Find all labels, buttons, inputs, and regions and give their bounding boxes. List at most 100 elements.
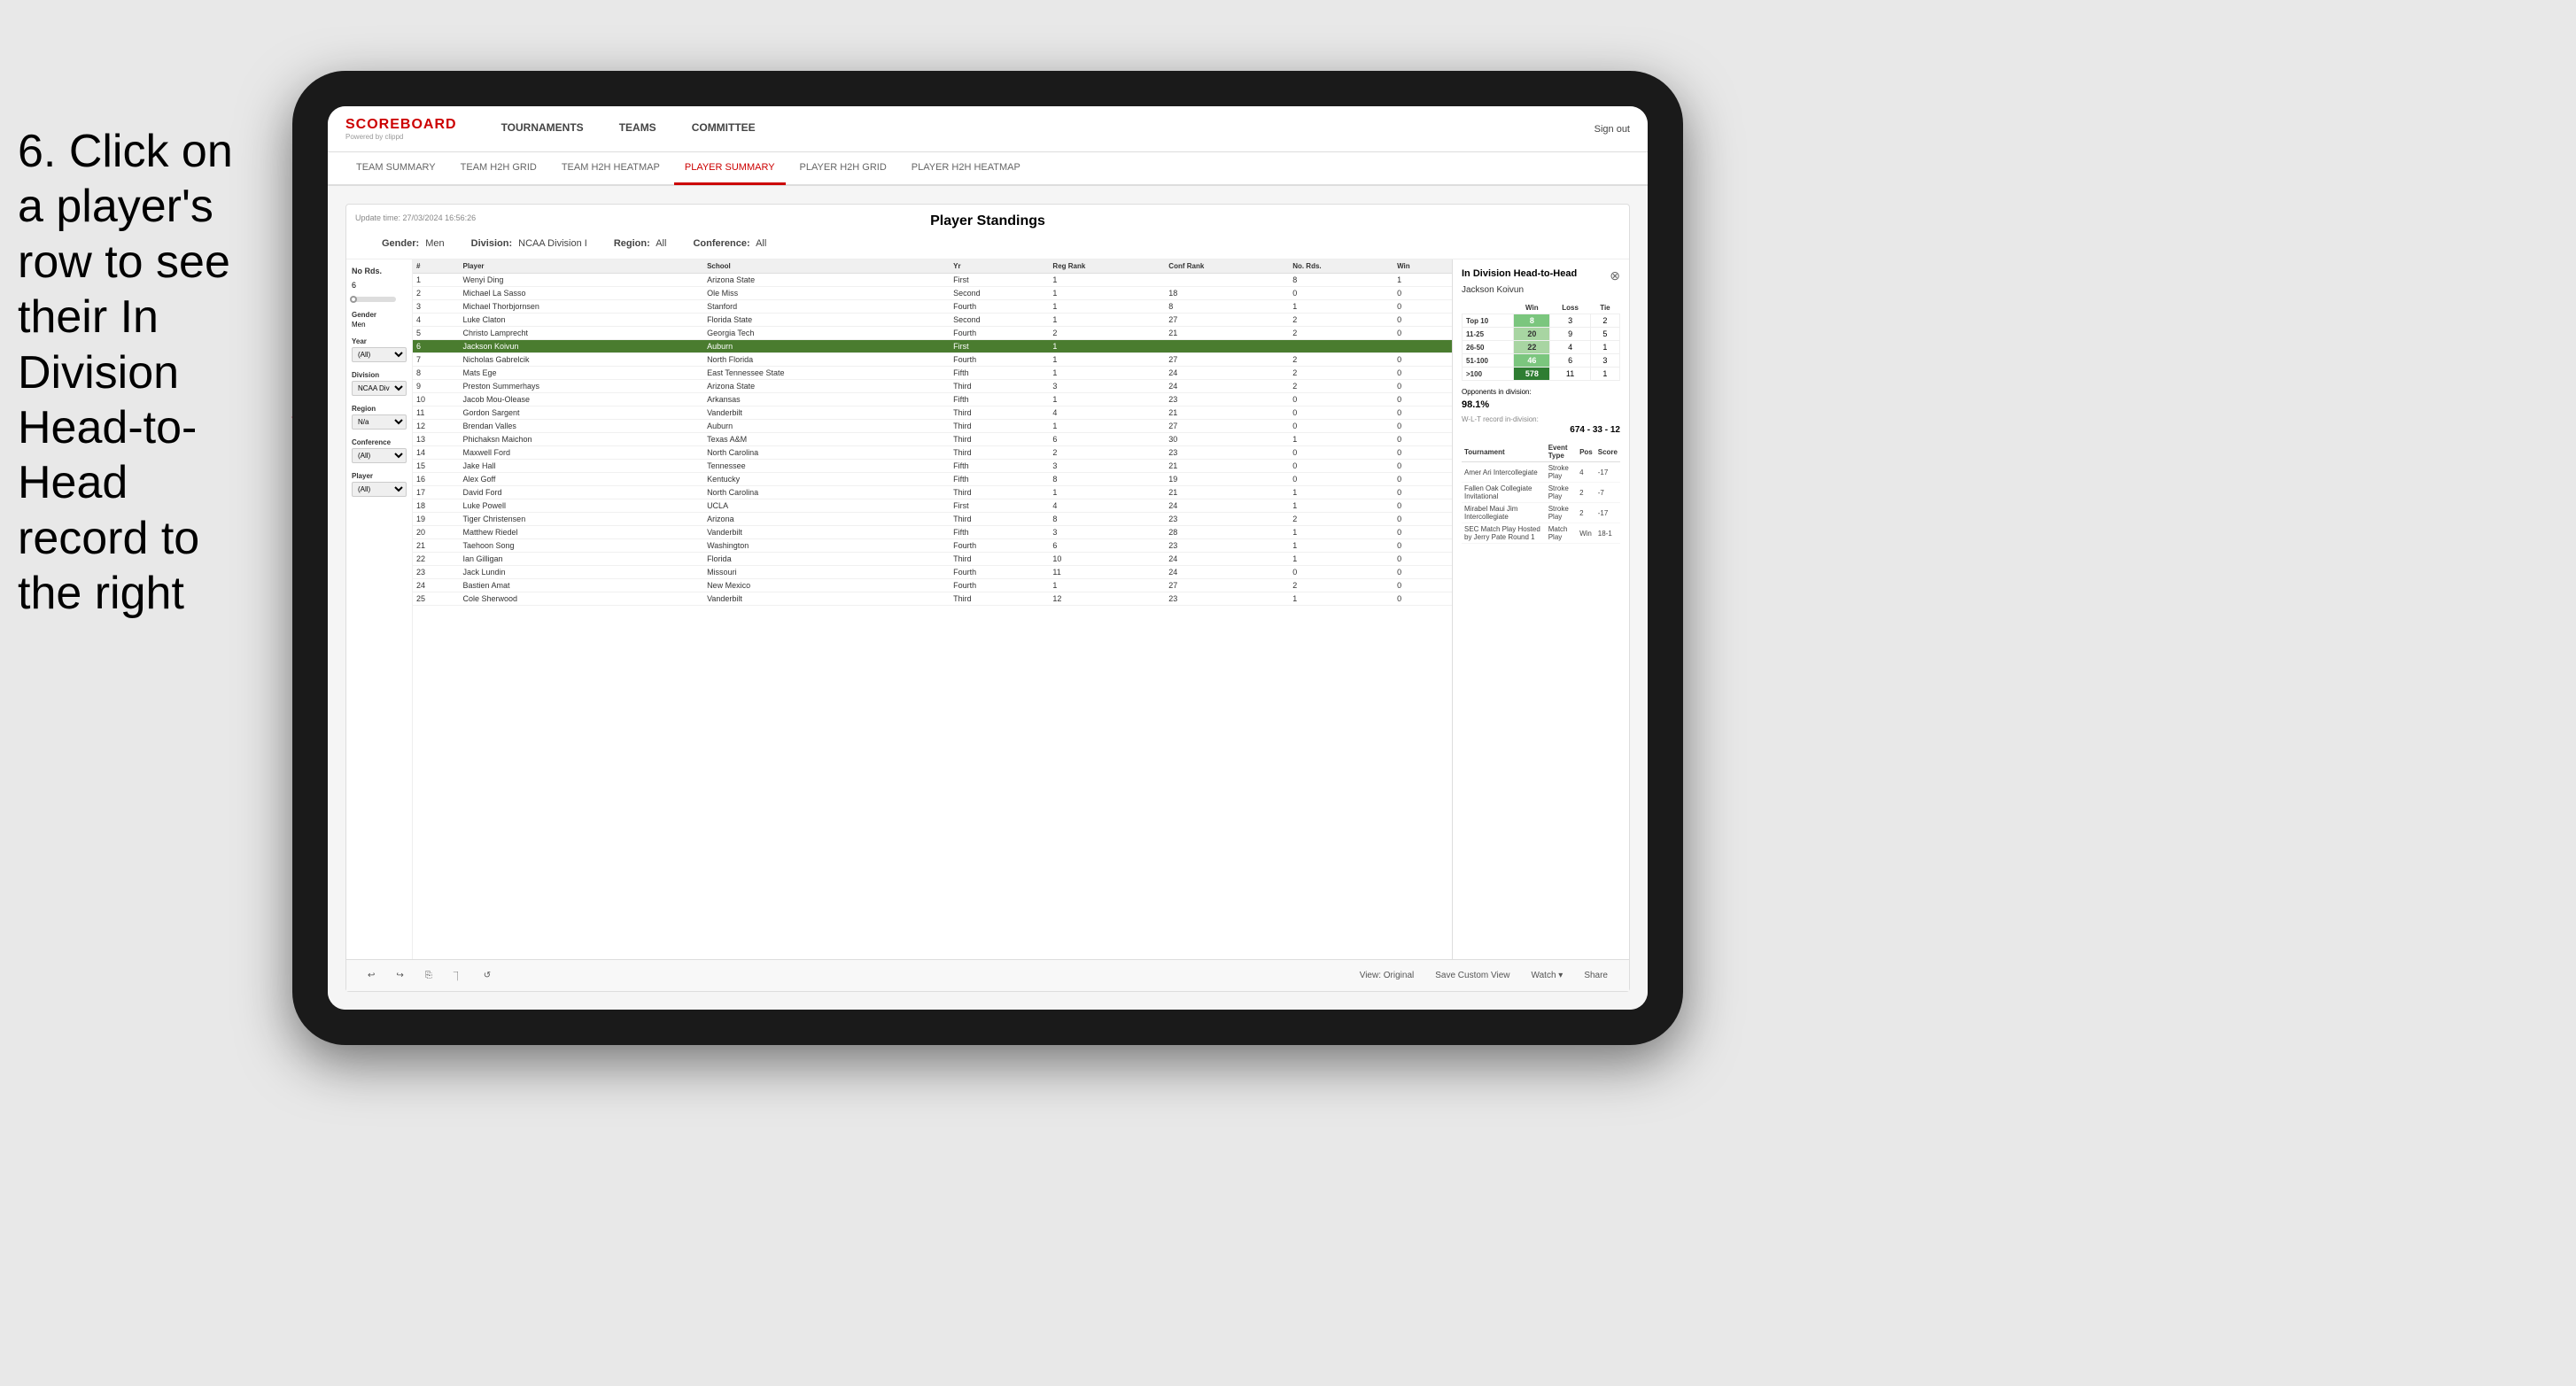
region-filter: Region: All xyxy=(614,238,667,249)
table-row[interactable]: 12 Brendan Valles Auburn Third 1 27 0 0 xyxy=(413,420,1452,433)
subnav-team-h2h-grid[interactable]: TEAM H2H GRID xyxy=(450,151,547,185)
cell-conf: 21 xyxy=(1165,460,1289,473)
refresh-button[interactable]: ↺ xyxy=(477,968,498,983)
h2h-player-name: Jackson Koivun xyxy=(1462,285,1620,295)
subnav-player-h2h-heatmap[interactable]: PLAYER H2H HEATMAP xyxy=(901,151,1031,185)
view-original-button[interactable]: View: Original xyxy=(1353,968,1422,983)
table-row[interactable]: 2 Michael La Sasso Ole Miss Second 1 18 … xyxy=(413,287,1452,300)
sidebar-year-select[interactable]: (All) xyxy=(352,347,407,362)
cell-school: Ole Miss xyxy=(703,287,950,300)
sidebar-division-label: Division xyxy=(352,371,407,379)
cell-reg: 3 xyxy=(1049,526,1165,539)
sidebar-conference-select[interactable]: (All) xyxy=(352,448,407,463)
tournament-name: Fallen Oak Collegiate Invitational xyxy=(1462,483,1546,503)
cell-num: 21 xyxy=(413,539,460,553)
cell-rds: 1 xyxy=(1289,592,1393,606)
table-row[interactable]: 23 Jack Lundin Missouri Fourth 11 24 0 0 xyxy=(413,566,1452,579)
cell-reg: 6 xyxy=(1049,433,1165,446)
cell-rds: 2 xyxy=(1289,367,1393,380)
cell-reg: 3 xyxy=(1049,380,1165,393)
cell-rds: 2 xyxy=(1289,380,1393,393)
h2h-close-button[interactable]: ⊗ xyxy=(1610,268,1620,283)
table-row[interactable]: 15 Jake Hall Tennessee Fifth 3 21 0 0 xyxy=(413,460,1452,473)
nav-teams[interactable]: TEAMS xyxy=(601,106,674,152)
cell-num: 6 xyxy=(413,340,460,353)
nav-committee[interactable]: COMMITTEE xyxy=(674,106,773,152)
table-row[interactable]: 9 Preston Summerhays Arizona State Third… xyxy=(413,380,1452,393)
col-player: Player xyxy=(460,259,704,274)
sidebar-player-select[interactable]: (All) xyxy=(352,482,407,497)
cell-num: 5 xyxy=(413,327,460,340)
cell-conf: 24 xyxy=(1165,367,1289,380)
tournament-type: Stroke Play xyxy=(1546,462,1577,483)
share-button[interactable]: Share xyxy=(1577,968,1615,983)
subnav-team-h2h-heatmap[interactable]: TEAM H2H HEATMAP xyxy=(551,151,671,185)
redo-button[interactable]: ↪ xyxy=(389,968,410,983)
bottom-toolbar: ↩ ↪ ⎘ ⏋ ↺ View: Original Save Custom Vie… xyxy=(346,959,1629,991)
dashboard-header: Update time: 27/03/2024 16:56:26 Player … xyxy=(346,205,1629,259)
paste-button[interactable]: ⏋ xyxy=(446,966,469,985)
cell-conf xyxy=(1165,274,1289,287)
cell-rds: 0 xyxy=(1289,407,1393,420)
table-row[interactable]: 20 Matthew Riedel Vanderbilt Fifth 3 28 … xyxy=(413,526,1452,539)
cell-reg: 4 xyxy=(1049,499,1165,513)
table-row[interactable]: 11 Gordon Sargent Vanderbilt Third 4 21 … xyxy=(413,407,1452,420)
save-custom-button[interactable]: Save Custom View xyxy=(1428,968,1517,983)
table-row[interactable]: 13 Phichaksn Maichon Texas A&M Third 6 3… xyxy=(413,433,1452,446)
region-filter-group: Region N/a xyxy=(352,405,407,430)
table-row[interactable]: 24 Bastien Amat New Mexico Fourth 1 27 2… xyxy=(413,579,1452,592)
watch-button[interactable]: Watch ▾ xyxy=(1525,968,1571,983)
sign-out-button[interactable]: Sign out xyxy=(1594,124,1630,135)
table-row[interactable]: 14 Maxwell Ford North Carolina Third 2 2… xyxy=(413,446,1452,460)
cell-rds: 1 xyxy=(1289,539,1393,553)
cell-player: Jacob Mou-Olease xyxy=(460,393,704,407)
table-row[interactable]: 25 Cole Sherwood Vanderbilt Third 12 23 … xyxy=(413,592,1452,606)
table-row[interactable]: 3 Michael Thorbjornsen Stanford Fourth 1… xyxy=(413,300,1452,314)
table-row[interactable]: 17 David Ford North Carolina Third 1 21 … xyxy=(413,486,1452,499)
col-school: School xyxy=(703,259,950,274)
table-row[interactable]: 10 Jacob Mou-Olease Arkansas Fifth 1 23 … xyxy=(413,393,1452,407)
tournament-col-score: Score xyxy=(1595,442,1620,462)
cell-num: 18 xyxy=(413,499,460,513)
sidebar-region-select[interactable]: N/a xyxy=(352,414,407,430)
table-row[interactable]: 19 Tiger Christensen Arizona Third 8 23 … xyxy=(413,513,1452,526)
cell-win: 0 xyxy=(1393,499,1452,513)
cell-player: Cole Sherwood xyxy=(460,592,704,606)
cell-win: 0 xyxy=(1393,460,1452,473)
cell-num: 20 xyxy=(413,526,460,539)
subnav-team-summary[interactable]: TEAM SUMMARY xyxy=(345,151,446,185)
table-row[interactable]: 6 Jackson Koivun Auburn First 1 xyxy=(413,340,1452,353)
nav-tournaments[interactable]: TOURNAMENTS xyxy=(484,106,601,152)
cell-school: Vanderbilt xyxy=(703,526,950,539)
cell-conf: 23 xyxy=(1165,513,1289,526)
subnav-player-h2h-grid[interactable]: PLAYER H2H GRID xyxy=(789,151,897,185)
sidebar-gender-label: Gender xyxy=(352,311,407,319)
table-row[interactable]: 5 Christo Lamprecht Georgia Tech Fourth … xyxy=(413,327,1452,340)
cell-yr: Third xyxy=(950,380,1049,393)
table-row[interactable]: 7 Nicholas Gabrelcik North Florida Fourt… xyxy=(413,353,1452,367)
sidebar-conference-label: Conference xyxy=(352,438,407,446)
subnav-player-summary[interactable]: PLAYER SUMMARY xyxy=(674,151,786,185)
cell-num: 19 xyxy=(413,513,460,526)
cell-rds: 1 xyxy=(1289,300,1393,314)
table-row[interactable]: 22 Ian Gilligan Florida Third 10 24 1 0 xyxy=(413,553,1452,566)
cell-yr: Fifth xyxy=(950,526,1049,539)
cell-reg: 11 xyxy=(1049,566,1165,579)
cell-reg: 10 xyxy=(1049,553,1165,566)
tournament-col-pos: Pos xyxy=(1577,442,1595,462)
sidebar-division-select[interactable]: NCAA Division I xyxy=(352,381,407,396)
undo-button[interactable]: ↩ xyxy=(361,968,382,983)
cell-conf xyxy=(1165,340,1289,353)
col-yr: Yr xyxy=(950,259,1049,274)
table-row[interactable]: 21 Taehoon Song Washington Fourth 6 23 1… xyxy=(413,539,1452,553)
h2h-panel: In Division Head-to-Head ⊗ Jackson Koivu… xyxy=(1452,259,1629,959)
table-row[interactable]: 18 Luke Powell UCLA First 4 24 1 0 xyxy=(413,499,1452,513)
cell-yr: Fifth xyxy=(950,393,1049,407)
table-row[interactable]: 1 Wenyi Ding Arizona State First 1 8 1 xyxy=(413,274,1452,287)
cell-player: Jake Hall xyxy=(460,460,704,473)
table-row[interactable]: 8 Mats Ege East Tennessee State Fifth 1 … xyxy=(413,367,1452,380)
copy-button[interactable]: ⎘ xyxy=(418,968,439,983)
table-row[interactable]: 16 Alex Goff Kentucky Fifth 8 19 0 0 xyxy=(413,473,1452,486)
table-row[interactable]: 4 Luke Claton Florida State Second 1 27 … xyxy=(413,314,1452,327)
cell-num: 8 xyxy=(413,367,460,380)
